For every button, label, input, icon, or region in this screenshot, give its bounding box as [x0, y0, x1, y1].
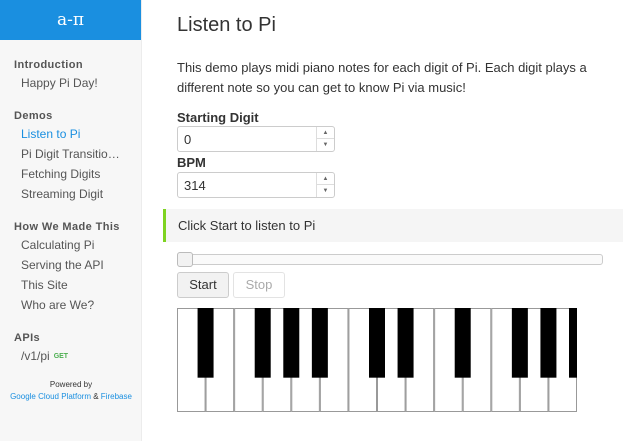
slider-handle[interactable]: [177, 252, 193, 267]
powered-by: Powered by Google Cloud Platform & Fireb…: [0, 379, 142, 403]
nav-item-streaming-digit[interactable]: Streaming Digit: [0, 187, 120, 201]
spinner-down-icon[interactable]: ▼: [317, 139, 334, 151]
nav-group-introduction: Introduction: [14, 59, 83, 71]
google-cloud-platform-link[interactable]: Google Cloud Platform: [10, 392, 91, 401]
spinner-down-icon[interactable]: ▼: [317, 185, 334, 197]
firebase-link[interactable]: Firebase: [101, 392, 132, 401]
nav-item-serving-the-api[interactable]: Serving the API: [0, 258, 120, 272]
nav-group-apis: APIs: [14, 332, 41, 344]
bpm-input[interactable]: [178, 173, 308, 197]
powered-amp: &: [91, 392, 101, 401]
nav-item-happy-pi-day[interactable]: Happy Pi Day!: [0, 76, 120, 90]
powered-by-links: Google Cloud Platform & Firebase: [0, 391, 142, 403]
nav-item-pi-digit-transitions[interactable]: Pi Digit Transitions ...: [0, 147, 120, 161]
black-key[interactable]: [311, 308, 328, 378]
powered-by-label: Powered by: [49, 380, 93, 389]
nav-item-v1-pi-label: /v1/pi: [21, 349, 50, 363]
sidebar: a-π Introduction Happy Pi Day! Demos Lis…: [0, 0, 142, 441]
piano-keyboard: [177, 308, 577, 412]
starting-digit-input[interactable]: [178, 127, 308, 151]
nav-item-who-are-we[interactable]: Who are We?: [0, 298, 120, 312]
black-key[interactable]: [283, 308, 300, 378]
black-key[interactable]: [454, 308, 471, 378]
black-key[interactable]: [369, 308, 385, 378]
bpm-label: BPM: [177, 155, 206, 170]
brand-logo[interactable]: a-π: [0, 0, 141, 40]
black-key[interactable]: [397, 308, 414, 378]
starting-digit-label: Starting Digit: [177, 110, 259, 125]
stop-button[interactable]: Stop: [233, 272, 285, 298]
start-button[interactable]: Start: [177, 272, 229, 298]
page-description: This demo plays midi piano notes for eac…: [177, 60, 587, 95]
bpm-spinner: ▲ ▼: [316, 173, 334, 197]
black-key[interactable]: [569, 308, 577, 378]
black-key[interactable]: [197, 308, 214, 378]
spinner-up-icon[interactable]: ▲: [317, 127, 334, 139]
nav-item-listen-to-pi[interactable]: Listen to Pi: [0, 127, 120, 141]
page-title: Listen to Pi: [177, 14, 276, 36]
black-key[interactable]: [511, 308, 528, 378]
starting-digit-field: ▲ ▼: [177, 126, 335, 152]
nav-item-fetching-digits[interactable]: Fetching Digits: [0, 167, 120, 181]
starting-digit-spinner: ▲ ▼: [316, 127, 334, 151]
nav-item-calculating-pi[interactable]: Calculating Pi: [0, 238, 120, 252]
get-method-badge: GET: [53, 353, 69, 361]
black-key[interactable]: [540, 308, 557, 378]
spinner-up-icon[interactable]: ▲: [317, 173, 334, 185]
status-notice: Click Start to listen to Pi: [163, 209, 623, 242]
progress-slider[interactable]: [177, 252, 603, 267]
nav-group-demos: Demos: [14, 110, 53, 122]
nav-item-this-site[interactable]: This Site: [0, 278, 120, 292]
bpm-field: ▲ ▼: [177, 172, 335, 198]
black-key[interactable]: [254, 308, 271, 378]
nav-group-how-we-made-this: How We Made This: [14, 221, 120, 233]
nav-item-v1-pi[interactable]: /v1/pi GET: [0, 349, 120, 363]
